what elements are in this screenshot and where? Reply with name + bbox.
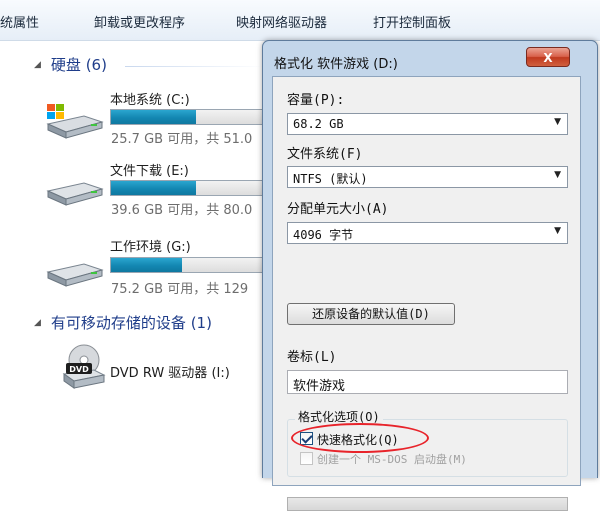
msdos-startup-checkbox[interactable] [300,452,313,465]
hard-drive-icon [46,263,104,287]
volume-label-label: 卷标(L) [287,350,337,365]
drive-g-space: 75.2 GB 可用，共 129 [111,282,249,297]
toolbar-system-properties[interactable]: 统属性 [0,12,39,31]
dropdown-arrow-icon: ▼ [554,170,561,180]
volume-label-value: 软件游戏 [293,379,346,394]
drive-usage-fill [111,181,196,195]
dvd-drive-name[interactable]: DVD RW 驱动器 (I:) [110,362,230,381]
explorer-toolbar: 统属性 卸载或更改程序 映射网络驱动器 打开控制面板 [0,0,600,41]
file-system-label: 文件系统(F) [287,147,363,162]
restore-defaults-button[interactable]: 还原设备的默认值(D) [287,303,455,325]
windows-drive-icon [46,104,104,139]
red-highlight-ring [291,423,429,453]
drive-usage-fill [111,258,183,272]
file-system-select[interactable]: NTFS (默认) ▼ [287,166,568,188]
drive-e-name[interactable]: 文件下载 (E:) [110,160,189,179]
group-hard-disks-label: 硬盘 (6) [50,56,107,74]
toolbar-map-network-drive[interactable]: 映射网络驱动器 [236,12,327,31]
dropdown-arrow-icon: ▼ [554,117,561,127]
drive-c-usage-bar [110,109,282,125]
drive-g-name[interactable]: 工作环境 (G:) [110,236,191,255]
drive-c-name[interactable]: 本地系统 (C:) [110,89,190,108]
drive-e-usage-bar [110,180,282,196]
file-system-value: NTFS (默认) [293,172,368,186]
dvd-drive-icon: DVD [62,344,106,389]
allocation-unit-select[interactable]: 4096 字节 ▼ [287,222,568,244]
group-divider [125,66,265,67]
drive-g-usage-bar [110,257,282,273]
hard-drive-icon [46,182,104,206]
close-button[interactable]: X [526,47,570,67]
group-removable[interactable]: ◢ 有可移动存储的设备 (1) [34,312,212,333]
dialog-body: 容量(P): 68.2 GB ▼ 文件系统(F) NTFS (默认) ▼ 分配单… [272,76,581,511]
drive-e-space: 39.6 GB 可用，共 80.0 [111,203,253,218]
format-dialog: 格式化 软件游戏 (D:) X 容量(P): 68.2 GB ▼ 文件系统(F)… [262,40,598,511]
drive-c-space: 25.7 GB 可用，共 51.0 [111,132,253,147]
msdos-startup-label: 创建一个 MS-DOS 启动盘(M) [317,453,467,466]
collapse-triangle-icon[interactable]: ◢ [34,318,41,328]
allocation-unit-value: 4096 字节 [293,228,354,242]
restore-defaults-label: 还原设备的默认值(D) [312,307,430,321]
drive-usage-fill [111,110,196,124]
allocation-unit-label: 分配单元大小(A) [287,202,389,217]
collapse-triangle-icon[interactable]: ◢ [34,60,41,70]
format-progress-bar [287,497,568,511]
group-hard-disks[interactable]: ◢ 硬盘 (6) [34,54,107,75]
toolbar-open-control-panel[interactable]: 打开控制面板 [373,12,451,31]
capacity-select[interactable]: 68.2 GB ▼ [287,113,568,135]
close-icon: X [543,51,553,65]
volume-label-input[interactable]: 软件游戏 [287,370,568,394]
dropdown-arrow-icon: ▼ [554,226,561,236]
dvd-badge: DVD [69,365,89,374]
group-removable-label: 有可移动存储的设备 (1) [50,314,212,332]
capacity-label: 容量(P): [287,93,345,108]
toolbar-uninstall-program[interactable]: 卸载或更改程序 [94,12,185,31]
capacity-value: 68.2 GB [293,117,344,131]
dialog-title: 格式化 软件游戏 (D:) [274,57,398,72]
